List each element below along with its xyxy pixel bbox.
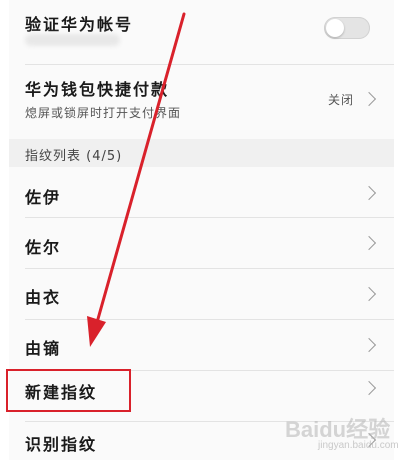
annotation-arrow-icon	[87, 12, 186, 347]
watermark-url: jingyan.baidu.com	[318, 440, 399, 451]
